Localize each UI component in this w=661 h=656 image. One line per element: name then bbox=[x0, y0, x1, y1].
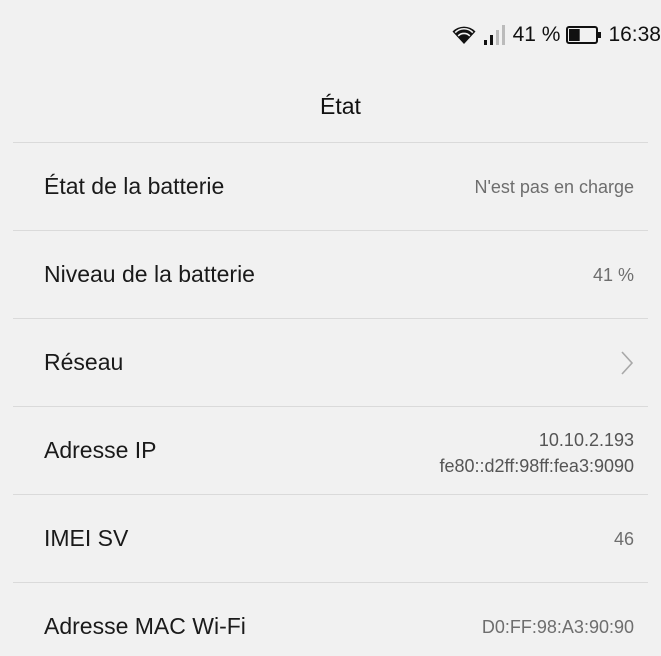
wifi-icon bbox=[451, 24, 477, 46]
ip-address-values: 10.10.2.193 fe80::d2ff:98ff:fea3:9090 bbox=[439, 427, 634, 479]
page-title: État bbox=[320, 92, 361, 119]
ip-address-label: Adresse IP bbox=[44, 437, 157, 463]
network-label: Réseau bbox=[44, 349, 124, 375]
row-ip-address: Adresse IP 10.10.2.193 fe80::d2ff:98ff:f… bbox=[13, 406, 648, 494]
clock: 16:38 bbox=[608, 23, 661, 46]
row-battery-level: Niveau de la batterie 41 % bbox=[13, 230, 648, 318]
row-network[interactable]: Réseau bbox=[13, 318, 648, 406]
battery-level-label: Niveau de la batterie bbox=[44, 261, 255, 287]
battery-state-label: État de la batterie bbox=[44, 173, 225, 199]
wifi-mac-label: Adresse MAC Wi-Fi bbox=[44, 613, 246, 639]
row-imei-sv: IMEI SV 46 bbox=[13, 494, 648, 582]
battery-percent: 41 % bbox=[512, 23, 561, 46]
imei-sv-value: 46 bbox=[613, 528, 634, 549]
status-indicators: 41 % 16:38 bbox=[451, 20, 661, 50]
row-wifi-mac: Adresse MAC Wi-Fi D0:FF:98:A3:90:90 bbox=[13, 582, 648, 656]
chevron-right-icon bbox=[620, 350, 634, 376]
ipv4-value: 10.10.2.193 bbox=[538, 429, 634, 450]
wifi-mac-value: D0:FF:98:A3:90:90 bbox=[481, 616, 634, 637]
battery-state-value: N'est pas en charge bbox=[474, 176, 634, 197]
row-battery-state: État de la batterie N'est pas en charge bbox=[13, 142, 648, 230]
battery-level-value: 41 % bbox=[592, 264, 634, 285]
signal-icon bbox=[483, 24, 507, 46]
status-list: État de la batterie N'est pas en charge … bbox=[13, 142, 648, 656]
title-bar: État bbox=[0, 70, 661, 142]
battery-icon bbox=[566, 26, 602, 44]
imei-sv-label: IMEI SV bbox=[44, 525, 129, 551]
ipv6-value: fe80::d2ff:98ff:fea3:9090 bbox=[439, 455, 634, 476]
status-bar: 41 % 16:38 bbox=[0, 0, 661, 70]
